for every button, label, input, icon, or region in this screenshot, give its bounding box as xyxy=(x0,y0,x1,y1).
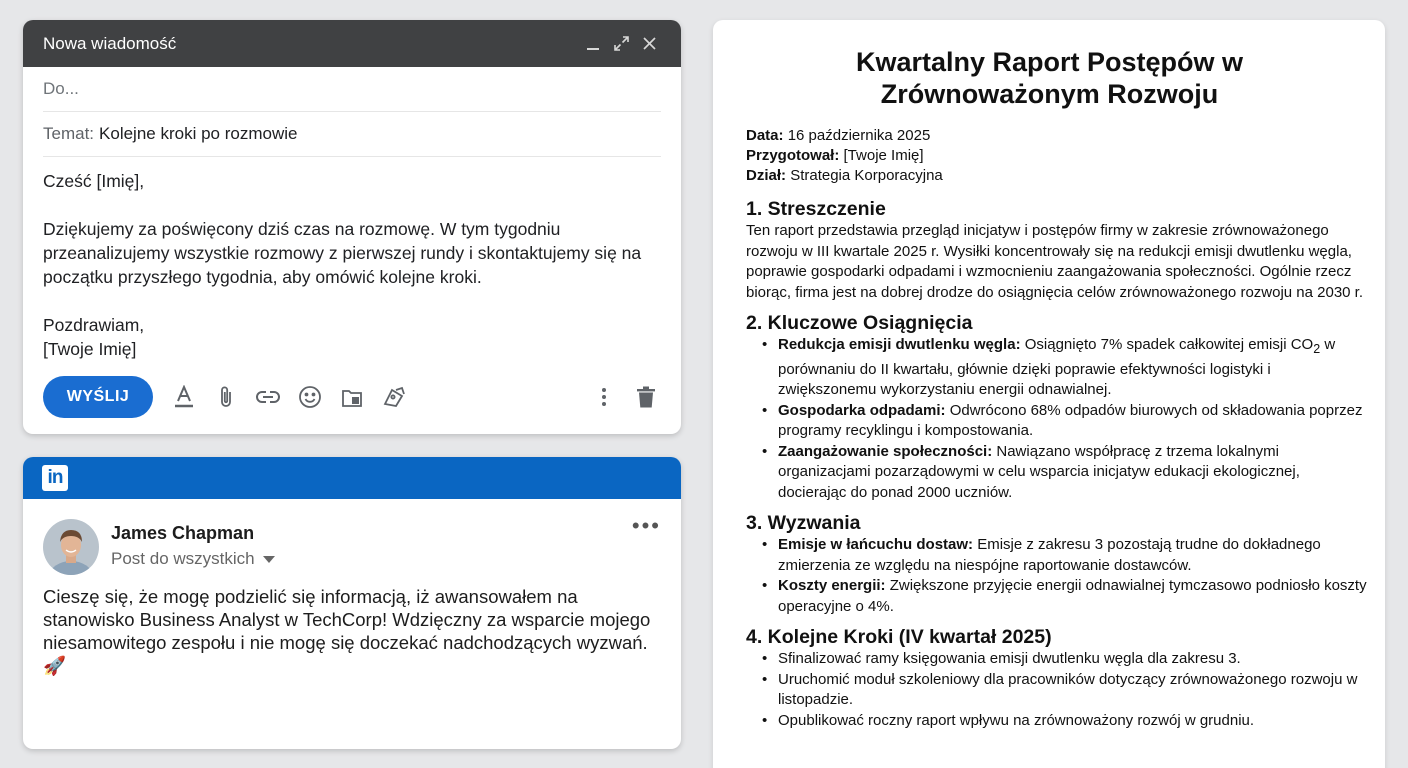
list-item: Redukcja emisji dwutlenku węgla: Osiągni… xyxy=(760,335,1371,401)
report-title: Kwartalny Raport Postępów w Zrównoważony… xyxy=(855,47,1244,109)
linkedin-header: in xyxy=(23,457,681,499)
list-item: Zaangażowanie społeczności: Nawiązano ws… xyxy=(760,442,1371,504)
close-icon[interactable] xyxy=(635,30,663,58)
meta-date: Data: 16 października 2025 xyxy=(746,126,1371,146)
challenges-list: Emisje w łańcuchu dostaw: Emisje z zakre… xyxy=(746,535,1371,617)
caret-down-icon xyxy=(262,555,275,563)
meta-author-label: Przygotował: xyxy=(746,147,840,164)
item-bold: Gospodarka odpadami: xyxy=(778,401,946,419)
list-item: Koszty energii: Zwiększone przyjęcie ene… xyxy=(760,576,1371,617)
post-more-icon[interactable]: ••• xyxy=(632,515,661,537)
post-header: James Chapman Post do wszystkich ••• xyxy=(23,499,681,575)
section-heading: 3. Wyzwania xyxy=(746,512,861,534)
item-bold: Emisje w łańcuchu dostaw: xyxy=(778,536,974,553)
to-field[interactable]: Do... xyxy=(43,67,661,112)
post-text[interactable]: Cieszę się, że mogę podzielić się inform… xyxy=(23,575,681,677)
subject-field[interactable]: Temat: Kolejne kroki po rozmowie xyxy=(43,112,661,157)
emoji-icon[interactable] xyxy=(295,382,325,412)
section-heading: 2. Kluczowe Osiągnięcia xyxy=(746,312,973,334)
attach-icon[interactable] xyxy=(211,382,241,412)
summary-text: Ten raport przedstawia przegląd inicjaty… xyxy=(746,222,1364,301)
compose-title: Nowa wiadomość xyxy=(43,33,177,53)
signature: [Twoje Imię] xyxy=(43,339,137,359)
format-text-icon[interactable] xyxy=(169,382,199,412)
meta-dept: Dział: Strategia Korporacyjna xyxy=(746,166,1371,186)
author-info: James Chapman Post do wszystkich xyxy=(111,519,275,575)
avatar[interactable] xyxy=(43,519,99,575)
subject-value: Kolejne kroki po rozmowie xyxy=(99,124,298,143)
item-text: Osiągnięto 7% spadek całkowitej emisji C… xyxy=(1020,336,1314,353)
item-bold: Koszty energii: xyxy=(778,577,886,594)
achievements-list: Redukcja emisji dwutlenku węgla: Osiągni… xyxy=(746,335,1371,503)
report-document: Kwartalny Raport Postępów w Zrównoważony… xyxy=(713,20,1385,768)
greeting: Cześć [Imię], xyxy=(43,171,145,191)
drive-icon[interactable] xyxy=(337,382,367,412)
section-heading: 1. Streszczenie xyxy=(746,198,886,220)
meta-date-value: 16 października 2025 xyxy=(787,127,931,144)
to-placeholder: Do... xyxy=(43,79,79,98)
subject-label: Temat: xyxy=(43,124,95,143)
list-item: Gospodarka odpadami: Odwrócono 68% odpad… xyxy=(760,401,1371,442)
linkedin-logo-icon[interactable]: in xyxy=(42,465,68,491)
author-name[interactable]: James Chapman xyxy=(111,523,275,544)
list-item: Opublikować roczny raport wpływu na zrów… xyxy=(760,711,1371,732)
trash-icon[interactable] xyxy=(631,382,661,412)
linkedin-post-card: in James Chapman Post do wszystkich ••• … xyxy=(23,457,681,749)
link-icon[interactable] xyxy=(253,382,283,412)
item-bold: Redukcja emisji dwutlenku węgla: xyxy=(778,336,1021,353)
meta-author-value: [Twoje Imię] xyxy=(843,147,924,164)
meta-dept-value: Strategia Korporacyjna xyxy=(790,167,943,184)
message-body[interactable]: Cześć [Imię], Dziękujemy za poświęcony d… xyxy=(43,157,661,361)
compose-window: Nowa wiadomość Do... Temat: Kolejne krok… xyxy=(23,20,681,434)
body-text: Dziękujemy za poświęcony dziś czas na ro… xyxy=(43,219,642,287)
compose-toolbar: WYŚLIJ xyxy=(43,376,661,418)
minimize-icon[interactable] xyxy=(579,30,607,58)
meta-author: Przygotował: [Twoje Imię] xyxy=(746,146,1371,166)
item-bold: Zaangażowanie społeczności: xyxy=(778,442,993,460)
next-steps-list: Sfinalizować ramy księgowania emisji dwu… xyxy=(746,649,1371,731)
send-button[interactable]: WYŚLIJ xyxy=(43,376,153,418)
audience-label: Post do wszystkich xyxy=(111,549,255,568)
more-options-icon[interactable] xyxy=(589,382,619,412)
photo-icon[interactable] xyxy=(379,382,409,412)
list-item: Uruchomić moduł szkoleniowy dla pracowni… xyxy=(760,670,1371,711)
expand-icon[interactable] xyxy=(607,30,635,58)
closing: Pozdrawiam, xyxy=(43,315,145,335)
compose-header: Nowa wiadomość xyxy=(23,20,681,67)
report-meta: Data: 16 października 2025 Przygotował: … xyxy=(746,126,1371,186)
audience-selector[interactable]: Post do wszystkich xyxy=(111,549,275,569)
meta-dept-label: Dział: xyxy=(746,167,787,184)
section-heading: 4. Kolejne Kroki (IV kwartał 2025) xyxy=(746,626,1052,648)
meta-date-label: Data: xyxy=(746,127,784,144)
list-item: Sfinalizować ramy księgowania emisji dwu… xyxy=(760,649,1371,670)
list-item: Emisje w łańcuchu dostaw: Emisje z zakre… xyxy=(760,535,1371,576)
